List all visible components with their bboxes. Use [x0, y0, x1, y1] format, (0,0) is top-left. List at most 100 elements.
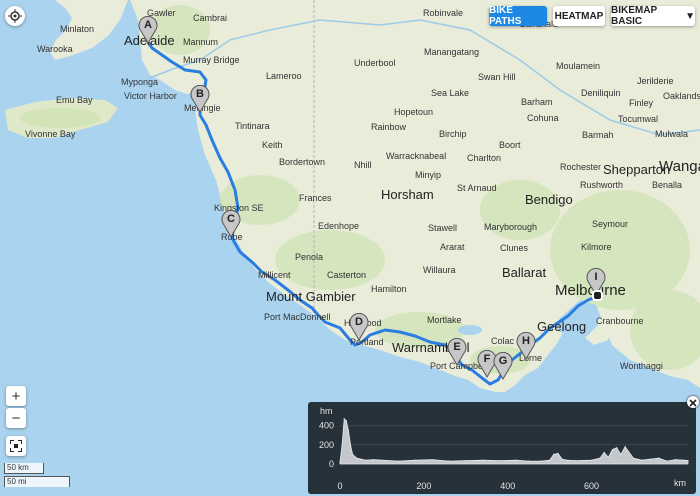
- elevation-y-tick: 0: [329, 459, 334, 469]
- elevation-point: [528, 460, 530, 462]
- place-label-murraybridge: Murray Bridge: [183, 55, 240, 65]
- elevation-point: [347, 429, 349, 431]
- place-label-minlaton: Minlaton: [60, 24, 95, 34]
- place-label-lameroo: Lameroo: [266, 71, 302, 81]
- place-label-rushworth: Rushworth: [580, 180, 624, 190]
- elevation-point: [683, 459, 685, 461]
- route-marker-label: C: [227, 213, 235, 225]
- elevation-x-tick: 600: [584, 481, 599, 491]
- elevation-point: [431, 459, 433, 461]
- place-label-nhill: Nhill: [354, 160, 372, 170]
- place-label-edenhope: Edenhope: [318, 221, 360, 231]
- elevation-point: [352, 453, 354, 455]
- basemap-label: BIKEMAP BASIC: [611, 5, 657, 27]
- place-label-underbool: Underbool: [354, 58, 396, 68]
- place-label-cohuna: Cohuna: [527, 113, 559, 123]
- elevation-point: [620, 453, 622, 455]
- route-marker-g[interactable]: G: [493, 351, 513, 380]
- elevation-point: [465, 460, 467, 462]
- place-label-victorharbor: Victor Harbor: [124, 91, 177, 101]
- route-marker-a[interactable]: A: [138, 15, 158, 44]
- place-label-benalla: Benalla: [652, 180, 683, 190]
- place-label-seymour: Seymour: [592, 219, 629, 229]
- elevation-point: [482, 459, 484, 461]
- locate-button[interactable]: [5, 6, 25, 26]
- place-label-birchip: Birchip: [439, 129, 467, 139]
- route-marker-c[interactable]: C: [221, 209, 241, 238]
- place-label-stawell: Stawell: [428, 223, 458, 233]
- place-label-ballarat: Ballarat: [502, 265, 547, 280]
- place-label-cambrai: Cambrai: [193, 13, 228, 23]
- elevation-point: [616, 447, 618, 449]
- elevation-point: [607, 456, 609, 458]
- elevation-point: [364, 459, 366, 461]
- place-label-warooka: Warooka: [37, 44, 73, 54]
- elevation-point: [565, 459, 567, 461]
- place-label-jerilderie: Jerilderie: [637, 76, 674, 86]
- place-label-wonthaggi: Wonthaggi: [620, 361, 663, 371]
- elevation-point: [339, 461, 341, 463]
- zoom-in-button[interactable]: +: [6, 386, 26, 406]
- place-label-colac: Colac: [491, 336, 515, 346]
- lake-corangamite: [458, 325, 482, 335]
- heatmap-button[interactable]: HEATMAP: [553, 6, 605, 26]
- route-marker-b[interactable]: B: [190, 84, 210, 113]
- route-marker-label: I: [594, 271, 598, 283]
- place-label-keith: Keith: [262, 140, 283, 150]
- elevation-point: [549, 459, 551, 461]
- place-label-barham: Barham: [521, 97, 553, 107]
- fullscreen-icon: [10, 440, 22, 452]
- place-label-mortlake: Mortlake: [427, 315, 462, 325]
- place-label-kilmore: Kilmore: [581, 242, 612, 252]
- route-marker-label: D: [355, 316, 363, 328]
- place-label-ararat: Ararat: [440, 242, 465, 252]
- place-label-portmacdonnell: Port MacDonnell: [264, 312, 331, 322]
- place-label-minyip: Minyip: [415, 170, 442, 180]
- elevation-point: [687, 460, 689, 462]
- elevation-point: [414, 459, 417, 461]
- elevation-point: [345, 420, 347, 422]
- locate-icon: [8, 9, 22, 23]
- route-marker-i[interactable]: I: [586, 267, 606, 301]
- elevation-point: [557, 452, 559, 454]
- bike-paths-button[interactable]: BIKE PATHS: [489, 5, 547, 27]
- elevation-point: [349, 444, 352, 446]
- elevation-point: [515, 459, 517, 461]
- basemap-select[interactable]: BIKEMAP BASIC ▼: [611, 5, 695, 27]
- place-label-casterton: Casterton: [327, 270, 367, 280]
- elevation-x-tick: 0: [337, 481, 342, 491]
- place-label-millicent: Millicent: [258, 270, 291, 280]
- place-label-boort: Boort: [499, 140, 521, 150]
- zoom-out-button[interactable]: −: [6, 408, 26, 428]
- elevation-point: [624, 446, 626, 448]
- elevation-point: [356, 457, 358, 459]
- place-label-vivonnebay: Vivonne Bay: [25, 129, 76, 139]
- elevation-point: [632, 457, 635, 459]
- place-label-hamilton: Hamilton: [371, 284, 407, 294]
- elevation-point: [372, 459, 375, 461]
- route-marker-d[interactable]: D: [349, 312, 369, 341]
- route-marker-label: H: [522, 335, 530, 347]
- place-label-moulamein: Moulamein: [556, 61, 601, 71]
- elevation-point: [540, 460, 542, 462]
- route-marker-e[interactable]: E: [447, 337, 467, 366]
- elevation-point: [341, 444, 343, 446]
- close-elevation-button[interactable]: [687, 396, 699, 408]
- place-label-emubay: Emu Bay: [56, 95, 93, 105]
- elevation-point: [553, 453, 555, 455]
- route-marker-h[interactable]: H: [516, 331, 536, 360]
- elevation-point: [603, 451, 605, 454]
- route-end-dot: [592, 290, 603, 301]
- place-label-starnaud: St Arnaud: [457, 183, 497, 193]
- elevation-point: [658, 457, 660, 459]
- fullscreen-button[interactable]: [6, 436, 26, 456]
- elevation-point: [666, 460, 668, 462]
- place-label-finley: Finley: [629, 98, 654, 108]
- place-label-frances: Frances: [299, 193, 332, 203]
- elevation-panel[interactable]: hm km 400 200 0 0 200 400 600: [308, 402, 696, 494]
- route-marker-label: E: [453, 341, 461, 353]
- elevation-point: [561, 458, 563, 460]
- route-marker-label: G: [498, 355, 508, 367]
- scale-metric: 50 km: [4, 463, 44, 474]
- place-label-penola: Penola: [295, 252, 324, 262]
